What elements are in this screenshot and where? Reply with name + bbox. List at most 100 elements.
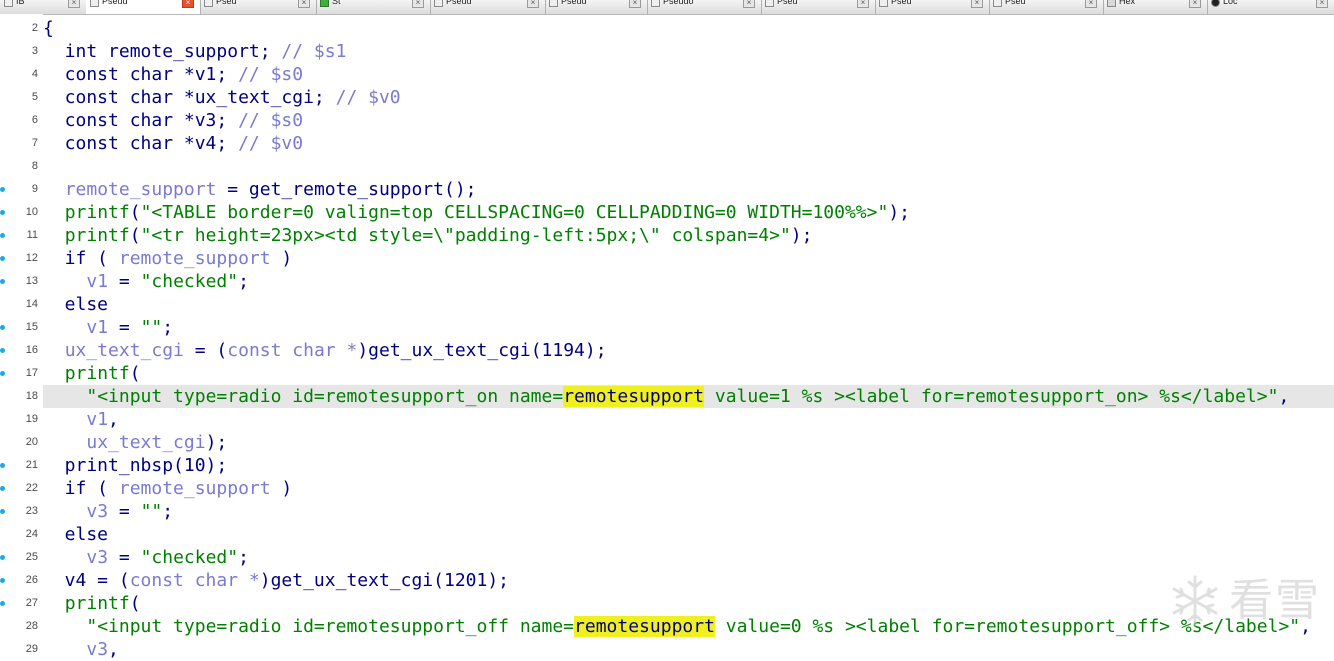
close-tab-icon[interactable]: × <box>1085 0 1097 8</box>
close-tab-icon[interactable]: × <box>412 0 424 8</box>
code-token: { <box>43 18 54 39</box>
code-text: v3 = ""; <box>43 500 173 523</box>
code-line[interactable]: { <box>43 17 1334 40</box>
tab-7[interactable]: Pseu × <box>761 0 876 14</box>
line-number: 21 <box>25 459 38 471</box>
code-token: ux_text_cgi <box>86 432 206 453</box>
breakpoint-marker-icon[interactable] <box>0 601 5 606</box>
code-token: ( <box>129 225 141 246</box>
breakpoint-marker-icon[interactable] <box>0 233 5 238</box>
code-token: "<input type=radio id=remotesupport_on n… <box>86 386 564 407</box>
code-line[interactable]: const char *v3; // $s0 <box>43 109 1334 132</box>
close-tab-icon[interactable]: × <box>182 0 194 8</box>
tab-3[interactable]: St × <box>316 0 431 14</box>
code-line[interactable]: v3, <box>43 638 1334 661</box>
close-tab-icon[interactable]: × <box>743 0 755 8</box>
tab-6[interactable]: Pseudo × <box>647 0 762 14</box>
breakpoint-marker-icon[interactable] <box>0 256 5 261</box>
code-token: // $s0 <box>238 64 304 85</box>
code-line[interactable]: v4 = (const char *)get_ux_text_cgi(1201)… <box>43 569 1334 592</box>
code-line[interactable]: int remote_support; // $s1 <box>43 40 1334 63</box>
breakpoint-marker-icon[interactable] <box>0 325 5 330</box>
close-tab-icon[interactable]: × <box>629 0 641 8</box>
close-tab-icon[interactable]: × <box>527 0 539 8</box>
code-line[interactable]: printf( <box>43 362 1334 385</box>
breakpoint-marker-icon[interactable] <box>0 555 5 560</box>
code-token: "<input type=radio id=remotesupport_off … <box>86 616 575 637</box>
close-tab-icon[interactable]: × <box>1189 0 1201 8</box>
tab-label: Pseu <box>216 0 237 6</box>
code-line[interactable]: ux_text_cgi); <box>43 431 1334 454</box>
tab-0[interactable]: IB × <box>0 0 87 14</box>
code-line[interactable]: v1, <box>43 408 1334 431</box>
code-line[interactable]: v3 = ""; <box>43 500 1334 523</box>
code-line[interactable]: "<input type=radio id=remotesupport_off … <box>43 615 1334 638</box>
code-line[interactable]: remote_support = get_remote_support(); <box>43 178 1334 201</box>
line-number: 5 <box>31 91 38 103</box>
code-text: v1, <box>43 408 119 431</box>
code-line[interactable]: v1 = "checked"; <box>43 270 1334 293</box>
close-tab-icon[interactable]: × <box>971 0 983 8</box>
code-line[interactable]: ux_text_cgi = (const char *)get_ux_text_… <box>43 339 1334 362</box>
tab-8[interactable]: Pseu × <box>875 0 990 14</box>
code-token: const char *v3; <box>43 110 239 131</box>
tab-5[interactable]: Pseud × <box>545 0 648 14</box>
code-line[interactable]: print_nbsp(10); <box>43 454 1334 477</box>
code-token: else <box>43 294 109 315</box>
tab-4[interactable]: Pseud × <box>430 0 546 14</box>
tab-1[interactable]: Pseud × <box>86 0 201 14</box>
close-tab-icon[interactable]: × <box>68 0 80 8</box>
breakpoint-marker-icon[interactable] <box>0 509 5 514</box>
code-text: v1 = ""; <box>43 316 173 339</box>
code-line[interactable]: printf("<tr height=23px><td style=\"padd… <box>43 224 1334 247</box>
code-line[interactable]: else <box>43 293 1334 316</box>
breakpoint-marker-icon[interactable] <box>0 279 5 284</box>
code-line[interactable]: printf( <box>43 592 1334 615</box>
code-line[interactable]: if ( remote_support ) <box>43 477 1334 500</box>
code-text: remote_support = get_remote_support(); <box>43 178 477 201</box>
breakpoint-marker-icon[interactable] <box>0 210 5 215</box>
code-token: = get_remote_support(); <box>216 179 477 200</box>
code-line[interactable]: if ( remote_support ) <box>43 247 1334 270</box>
breakpoint-marker-icon[interactable] <box>0 463 5 468</box>
breakpoint-marker-icon[interactable] <box>0 371 5 376</box>
breakpoint-marker-icon[interactable] <box>0 348 5 353</box>
tab-9[interactable]: Pseu × <box>989 0 1104 14</box>
code-line[interactable]: const char *v1; // $s0 <box>43 63 1334 86</box>
tab-label: Pseudo <box>663 0 694 6</box>
code-line[interactable]: v1 = ""; <box>43 316 1334 339</box>
breakpoint-marker-icon[interactable] <box>0 187 5 192</box>
line-number: 15 <box>25 321 38 333</box>
breakpoint-marker-icon[interactable] <box>0 578 5 583</box>
code-text: printf("<tr height=23px><td style=\"padd… <box>43 224 813 247</box>
watermark-text: 看雪 <box>1229 575 1321 626</box>
code-line[interactable]: const char *v4; // $v0 <box>43 132 1334 155</box>
close-tab-icon[interactable]: × <box>857 0 869 8</box>
code-line[interactable]: printf("<TABLE border=0 valign=top CELLS… <box>43 201 1334 224</box>
tab-10[interactable]: Hex × <box>1103 0 1208 14</box>
code-line[interactable] <box>43 155 1334 178</box>
pseudocode-editor[interactable]: { int remote_support; // $s1 const char … <box>43 14 1334 660</box>
breakpoint-marker-icon[interactable] <box>0 486 5 491</box>
code-token: ) <box>270 248 293 269</box>
code-line[interactable]: else <box>43 523 1334 546</box>
close-tab-icon[interactable]: × <box>298 0 310 8</box>
code-line[interactable]: const char *ux_text_cgi; // $v0 <box>43 86 1334 109</box>
code-token: = ( <box>183 340 228 361</box>
line-number: 11 <box>26 229 38 241</box>
document-icon <box>765 0 774 7</box>
close-tab-icon[interactable]: × <box>1316 0 1328 8</box>
line-number: 29 <box>25 643 38 655</box>
tab-11[interactable]: Loc × <box>1207 0 1334 14</box>
code-text: v3 = "checked"; <box>43 546 249 569</box>
tab-2[interactable]: Pseu × <box>200 0 317 14</box>
line-number: 6 <box>31 114 38 126</box>
locals-icon <box>1211 0 1220 7</box>
line-number: 2 <box>31 22 38 34</box>
code-line[interactable]: "<input type=radio id=remotesupport_on n… <box>43 385 1334 408</box>
document-icon <box>549 0 558 7</box>
code-line[interactable]: v3 = "checked"; <box>43 546 1334 569</box>
